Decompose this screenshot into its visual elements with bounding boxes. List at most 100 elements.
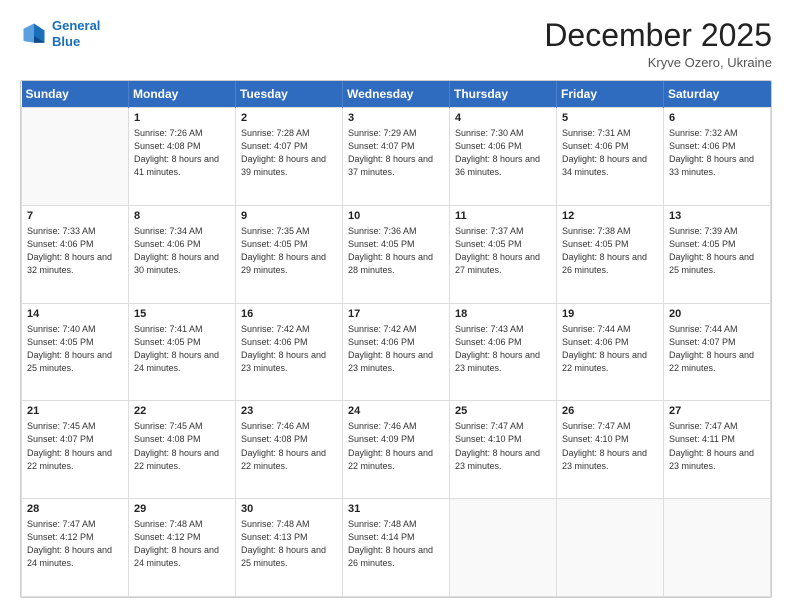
- table-row: 18Sunrise: 7:43 AM Sunset: 4:06 PM Dayli…: [450, 303, 557, 401]
- table-row: 25Sunrise: 7:47 AM Sunset: 4:10 PM Dayli…: [450, 401, 557, 499]
- header-sunday: Sunday: [22, 81, 129, 108]
- day-number: 26: [562, 405, 658, 417]
- table-row: 6 Sunrise: 7:32 AM Sunset: 4:06 PM Daylig…: [664, 108, 771, 206]
- table-row: 28Sunrise: 7:47 AM Sunset: 4:12 PM Dayli…: [22, 499, 129, 597]
- day-number: 6: [669, 112, 765, 124]
- day-info: Sunrise: 7:44 AM Sunset: 4:06 PM Dayligh…: [562, 323, 658, 375]
- table-row: [664, 499, 771, 597]
- table-row: 14 Sunrise: 7:40 AM Sunset: 4:05 PM Dayli…: [22, 303, 129, 401]
- day-number: 1: [134, 112, 230, 124]
- logo: General Blue: [20, 18, 100, 49]
- day-number: 29: [134, 503, 230, 515]
- day-info: Sunrise: 7:47 AM Sunset: 4:10 PM Dayligh…: [562, 420, 658, 472]
- calendar-table: Sunday Monday Tuesday Wednesday Thursday…: [21, 81, 771, 597]
- day-info: Sunrise: 7:31 AM Sunset: 4:06 PM Dayligh…: [562, 127, 658, 179]
- table-row: [450, 499, 557, 597]
- table-row: 1 Sunrise: 7:26 AM Sunset: 4:08 PM Daylig…: [129, 108, 236, 206]
- logo-icon: [20, 20, 48, 48]
- day-number: 27: [669, 405, 765, 417]
- table-row: 22 Sunrise: 7:45 AM Sunset: 4:08 PM Dayli…: [129, 401, 236, 499]
- table-row: 4 Sunrise: 7:30 AM Sunset: 4:06 PM Daylig…: [450, 108, 557, 206]
- table-row: 30Sunrise: 7:48 AM Sunset: 4:13 PM Dayli…: [236, 499, 343, 597]
- day-info: Sunrise: 7:40 AM Sunset: 4:05 PM Dayligh…: [27, 323, 123, 375]
- calendar-week-1: 7Sunrise: 7:33 AM Sunset: 4:06 PM Daylig…: [22, 205, 771, 303]
- calendar-body: 1 Sunrise: 7:26 AM Sunset: 4:08 PM Daylig…: [22, 108, 771, 597]
- table-row: [557, 499, 664, 597]
- calendar-week-3: 21 Sunrise: 7:45 AM Sunset: 4:07 PM Dayli…: [22, 401, 771, 499]
- day-info: Sunrise: 7:43 AM Sunset: 4:06 PM Dayligh…: [455, 323, 551, 375]
- day-info: Sunrise: 7:37 AM Sunset: 4:05 PM Dayligh…: [455, 225, 551, 277]
- table-row: 8 Sunrise: 7:34 AM Sunset: 4:06 PM Daylig…: [129, 205, 236, 303]
- table-row: 16 Sunrise: 7:42 AM Sunset: 4:06 PM Dayli…: [236, 303, 343, 401]
- header: General Blue December 2025 Kryve Ozero, …: [20, 18, 772, 70]
- table-row: 3Sunrise: 7:29 AM Sunset: 4:07 PM Daylig…: [343, 108, 450, 206]
- header-saturday: Saturday: [664, 81, 771, 108]
- day-number: 8: [134, 210, 230, 222]
- logo-text: General Blue: [52, 18, 100, 49]
- day-info: Sunrise: 7:35 AM Sunset: 4:05 PM Dayligh…: [241, 225, 337, 277]
- day-info: Sunrise: 7:48 AM Sunset: 4:12 PM Dayligh…: [134, 518, 230, 570]
- day-info: Sunrise: 7:46 AM Sunset: 4:09 PM Dayligh…: [348, 420, 444, 472]
- table-row: 26 Sunrise: 7:47 AM Sunset: 4:10 PM Dayli…: [557, 401, 664, 499]
- table-row: 7Sunrise: 7:33 AM Sunset: 4:06 PM Daylig…: [22, 205, 129, 303]
- header-wednesday: Wednesday: [343, 81, 450, 108]
- day-number: 19: [562, 308, 658, 320]
- day-info: Sunrise: 7:46 AM Sunset: 4:08 PM Dayligh…: [241, 420, 337, 472]
- table-row: 31 Sunrise: 7:48 AM Sunset: 4:14 PM Dayli…: [343, 499, 450, 597]
- logo-line1: General: [52, 18, 100, 33]
- day-info: Sunrise: 7:32 AM Sunset: 4:06 PM Dayligh…: [669, 127, 765, 179]
- day-number: 7: [27, 210, 123, 222]
- table-row: 2 Sunrise: 7:28 AM Sunset: 4:07 PM Daylig…: [236, 108, 343, 206]
- header-friday: Friday: [557, 81, 664, 108]
- day-info: Sunrise: 7:34 AM Sunset: 4:06 PM Dayligh…: [134, 225, 230, 277]
- calendar-header-row: Sunday Monday Tuesday Wednesday Thursday…: [22, 81, 771, 108]
- day-number: 22: [134, 405, 230, 417]
- day-info: Sunrise: 7:39 AM Sunset: 4:05 PM Dayligh…: [669, 225, 765, 277]
- day-number: 14: [27, 308, 123, 320]
- day-number: 11: [455, 210, 551, 222]
- day-number: 15: [134, 308, 230, 320]
- day-number: 16: [241, 308, 337, 320]
- day-info: Sunrise: 7:26 AM Sunset: 4:08 PM Dayligh…: [134, 127, 230, 179]
- day-number: 20: [669, 308, 765, 320]
- day-number: 31: [348, 503, 444, 515]
- day-number: 5: [562, 112, 658, 124]
- day-info: Sunrise: 7:42 AM Sunset: 4:06 PM Dayligh…: [241, 323, 337, 375]
- day-info: Sunrise: 7:45 AM Sunset: 4:08 PM Dayligh…: [134, 420, 230, 472]
- table-row: 29 Sunrise: 7:48 AM Sunset: 4:12 PM Dayli…: [129, 499, 236, 597]
- table-row: 24Sunrise: 7:46 AM Sunset: 4:09 PM Dayli…: [343, 401, 450, 499]
- table-row: 20 Sunrise: 7:44 AM Sunset: 4:07 PM Dayli…: [664, 303, 771, 401]
- day-info: Sunrise: 7:38 AM Sunset: 4:05 PM Dayligh…: [562, 225, 658, 277]
- day-info: Sunrise: 7:45 AM Sunset: 4:07 PM Dayligh…: [27, 420, 123, 472]
- table-row: [22, 108, 129, 206]
- day-number: 4: [455, 112, 551, 124]
- day-info: Sunrise: 7:28 AM Sunset: 4:07 PM Dayligh…: [241, 127, 337, 179]
- day-number: 2: [241, 112, 337, 124]
- table-row: 11 Sunrise: 7:37 AM Sunset: 4:05 PM Dayli…: [450, 205, 557, 303]
- day-info: Sunrise: 7:36 AM Sunset: 4:05 PM Dayligh…: [348, 225, 444, 277]
- day-info: Sunrise: 7:47 AM Sunset: 4:10 PM Dayligh…: [455, 420, 551, 472]
- page: General Blue December 2025 Kryve Ozero, …: [0, 0, 792, 612]
- day-number: 17: [348, 308, 444, 320]
- day-info: Sunrise: 7:47 AM Sunset: 4:11 PM Dayligh…: [669, 420, 765, 472]
- table-row: 27 Sunrise: 7:47 AM Sunset: 4:11 PM Dayli…: [664, 401, 771, 499]
- table-row: 13Sunrise: 7:39 AM Sunset: 4:05 PM Dayli…: [664, 205, 771, 303]
- day-number: 21: [27, 405, 123, 417]
- day-info: Sunrise: 7:44 AM Sunset: 4:07 PM Dayligh…: [669, 323, 765, 375]
- calendar-week-0: 1 Sunrise: 7:26 AM Sunset: 4:08 PM Daylig…: [22, 108, 771, 206]
- day-info: Sunrise: 7:29 AM Sunset: 4:07 PM Dayligh…: [348, 127, 444, 179]
- day-number: 23: [241, 405, 337, 417]
- calendar: Sunday Monday Tuesday Wednesday Thursday…: [20, 80, 772, 598]
- header-thursday: Thursday: [450, 81, 557, 108]
- day-info: Sunrise: 7:47 AM Sunset: 4:12 PM Dayligh…: [27, 518, 123, 570]
- day-number: 12: [562, 210, 658, 222]
- day-info: Sunrise: 7:48 AM Sunset: 4:14 PM Dayligh…: [348, 518, 444, 570]
- table-row: 5 Sunrise: 7:31 AM Sunset: 4:06 PM Daylig…: [557, 108, 664, 206]
- calendar-week-2: 14 Sunrise: 7:40 AM Sunset: 4:05 PM Dayli…: [22, 303, 771, 401]
- day-info: Sunrise: 7:41 AM Sunset: 4:05 PM Dayligh…: [134, 323, 230, 375]
- table-row: 10 Sunrise: 7:36 AM Sunset: 4:05 PM Dayli…: [343, 205, 450, 303]
- title-area: December 2025 Kryve Ozero, Ukraine: [544, 18, 772, 70]
- day-number: 10: [348, 210, 444, 222]
- day-info: Sunrise: 7:30 AM Sunset: 4:06 PM Dayligh…: [455, 127, 551, 179]
- location: Kryve Ozero, Ukraine: [544, 55, 772, 70]
